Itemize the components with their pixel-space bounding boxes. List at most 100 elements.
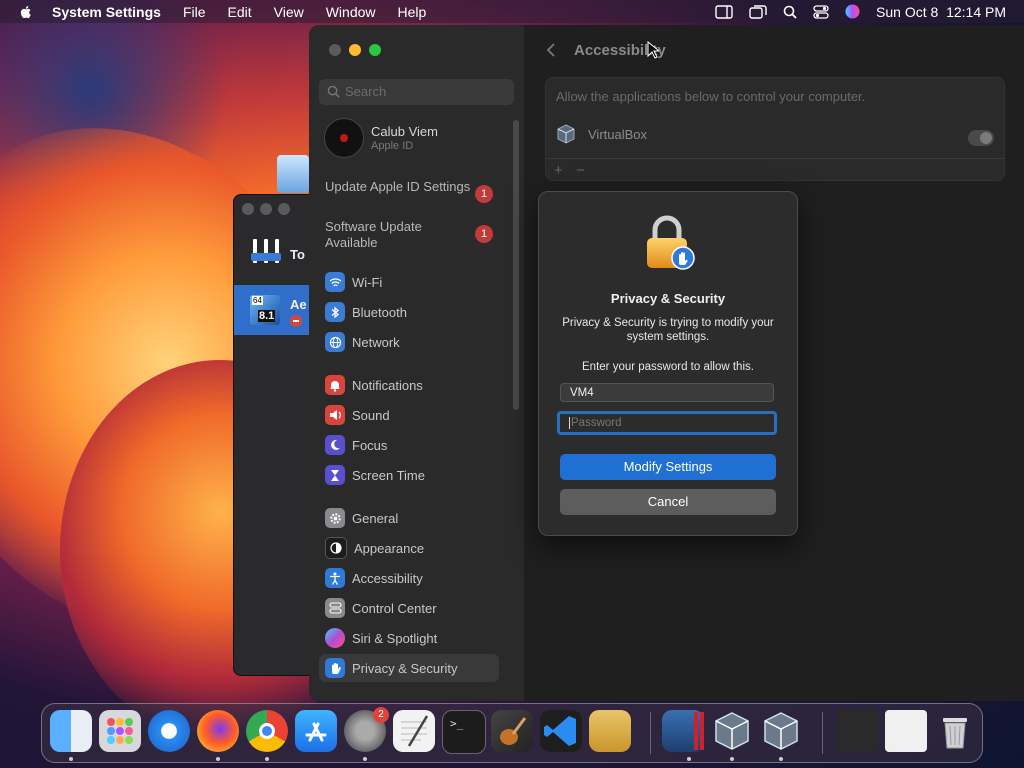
mouse-cursor-icon [647,41,659,59]
screen-mirroring-icon[interactable] [749,4,767,19]
sidebar-item-label: Screen Time [352,467,425,483]
sidebar-item-siri-spotlight[interactable]: Siri & Spotlight [319,624,499,652]
sidebar-item-label: Siri & Spotlight [352,630,438,646]
dock-garageband-icon[interactable] [491,710,533,752]
sidebar-item-label: Control Center [352,600,437,616]
gear-icon [325,508,345,528]
add-app-button[interactable]: + [554,162,563,179]
dock-app-store-icon[interactable] [295,710,337,752]
vm-os-icon: 64 8.1 [250,295,280,325]
dock-remote-desktop-icon[interactable] [662,710,704,752]
permissions-description: Allow the applications below to control … [556,89,866,104]
sidebar-item-notifications[interactable]: Notifications [319,371,499,399]
sidebar-scrollbar[interactable] [513,120,519,410]
stage-manager-icon[interactable] [715,4,733,19]
apple-menu-icon[interactable] [18,4,34,20]
sidebar-item-network[interactable]: Network [319,328,499,356]
window-minimize-button[interactable] [260,203,272,215]
sidebar-item-general[interactable]: General [319,504,499,532]
window-close-button[interactable] [329,44,341,56]
speaker-icon [325,405,345,425]
app-row-label: VirtualBox [588,126,648,142]
siri-icon[interactable] [845,4,860,19]
window-zoom-button[interactable] [369,44,381,56]
dock: 2 >_ [41,703,983,763]
profile-name: Calub Viem [371,124,438,139]
sidebar-item-privacy-security[interactable]: Privacy & Security [319,654,499,682]
dock-minimized-window-2[interactable] [885,710,927,752]
menu-view[interactable]: View [274,4,304,20]
dock-textedit-icon[interactable] [393,710,435,752]
lock-icon [647,215,695,270]
control-center-icon[interactable] [813,4,829,19]
username-field[interactable]: VM4 [560,383,774,402]
window-zoom-button[interactable] [278,203,290,215]
dock-archive-utility-icon[interactable] [589,710,631,752]
dock-launchpad-icon[interactable] [99,710,141,752]
cancel-button[interactable]: Cancel [560,489,776,515]
sidebar-item-label: Bluetooth [352,304,407,320]
sidebar-search-field[interactable]: Search [319,79,514,105]
tools-icon [251,239,281,263]
window-close-button[interactable] [242,203,254,215]
menu-bar: System Settings File Edit View Window He… [0,0,1024,23]
authorization-dialog: Privacy & Security Privacy & Security is… [538,191,798,536]
menu-edit[interactable]: Edit [228,4,252,20]
hourglass-icon [325,465,345,485]
hand-icon [325,658,345,678]
sidebar-item-label: Notifications [352,377,423,393]
dock-terminal-icon[interactable]: >_ [442,710,486,754]
dock-vscode-icon[interactable] [540,710,582,752]
dock-virtualbox-vm-icon[interactable] [760,710,802,752]
dock-virtualbox-icon[interactable] [711,710,753,752]
back-window-row-label-selected: Ae [290,297,307,312]
siri-icon [325,628,345,648]
sidebar-item-control-center[interactable]: Control Center [319,594,499,622]
dock-settings-badge: 2 [373,707,389,723]
dialog-title: Privacy & Security [610,291,726,306]
settings-sidebar: Search Calub Viem Apple ID Update Apple … [309,25,525,701]
notice-update-apple-id[interactable]: Update Apple ID Settings [325,179,475,195]
dock-finder-icon[interactable] [50,710,92,752]
text-caret [569,416,570,429]
back-window-row-label: To [290,247,305,262]
sidebar-item-appearance[interactable]: Appearance [319,534,499,562]
desktop-file-icon[interactable] [277,155,309,193]
sidebar-item-label: Sound [352,407,390,423]
dock-trash-icon[interactable] [934,710,976,752]
menu-window[interactable]: Window [326,4,376,20]
window-minimize-button[interactable] [349,44,361,56]
dock-safari-icon[interactable] [148,710,190,752]
password-field[interactable]: Password [557,411,777,435]
search-icon [327,85,340,98]
dock-chrome-icon[interactable] [246,710,288,752]
notice-software-update[interactable]: Software Update Available [325,219,475,251]
sidebar-item-accessibility[interactable]: Accessibility [319,564,499,592]
dock-minimized-window-1[interactable] [836,710,878,752]
sidebar-item-wifi[interactable]: Wi-Fi [319,268,499,296]
menu-clock[interactable]: Sun Oct 8 12:14 PM [876,4,1006,20]
sidebar-item-focus[interactable]: Focus [319,431,499,459]
virtualbox-toggle[interactable] [968,130,994,146]
sidebar-item-label: Appearance [354,540,425,556]
dock-firefox-icon[interactable] [197,710,239,752]
automation-permissions-group: Allow the applications below to control … [545,77,1005,181]
menu-help[interactable]: Help [398,4,427,20]
sidebar-item-label: General [352,510,399,526]
modify-settings-button[interactable]: Modify Settings [560,454,776,480]
menu-app-name[interactable]: System Settings [52,4,161,20]
spotlight-search-icon[interactable] [783,5,797,19]
globe-icon [325,332,345,352]
dialog-message: Privacy & Security is trying to modify y… [562,317,774,343]
sidebar-item-label: Accessibility [352,570,423,586]
remove-app-button[interactable]: − [576,162,585,179]
chevron-left-icon[interactable] [546,42,556,58]
sidebar-item-screen-time[interactable]: Screen Time [319,461,499,489]
sidebar-item-bluetooth[interactable]: Bluetooth [319,298,499,326]
menu-file[interactable]: File [183,4,206,20]
control-center-icon [325,598,345,618]
search-placeholder: Search [345,84,387,99]
wifi-icon [325,272,345,292]
sidebar-item-sound[interactable]: Sound [319,401,499,429]
bluetooth-icon [325,302,345,322]
